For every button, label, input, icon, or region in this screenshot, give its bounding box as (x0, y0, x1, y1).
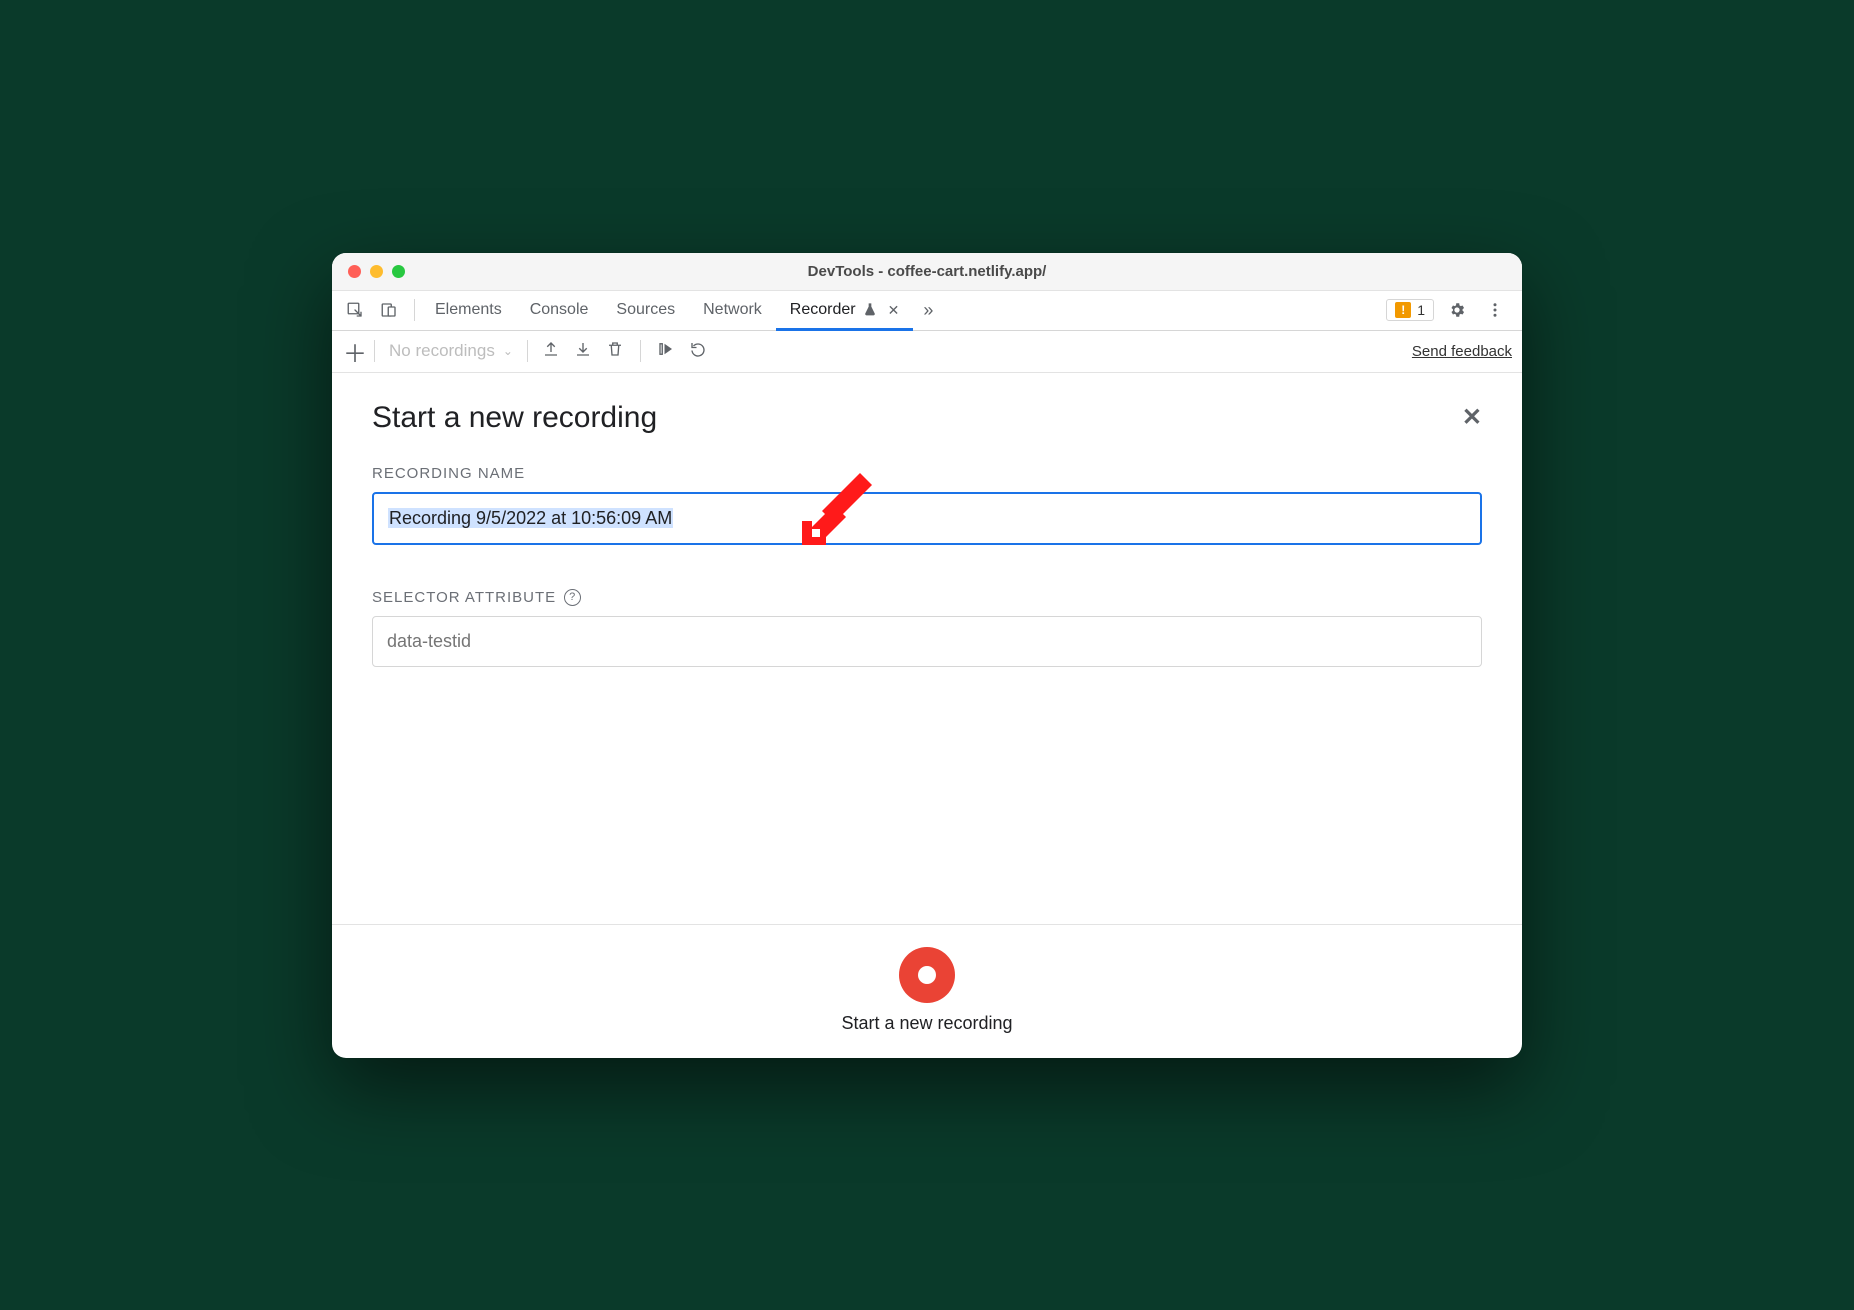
tab-label: Network (703, 301, 762, 319)
close-tab-icon[interactable]: ✕ (888, 302, 900, 319)
kebab-menu-icon[interactable] (1480, 295, 1510, 325)
tab-sources[interactable]: Sources (602, 291, 689, 330)
settings-icon[interactable] (1442, 295, 1472, 325)
tab-console[interactable]: Console (516, 291, 603, 330)
chevron-down-icon: ⌄ (503, 344, 513, 358)
tab-recorder[interactable]: Recorder ✕ (776, 291, 914, 330)
record-icon (918, 966, 936, 984)
devtools-window: DevTools - coffee-cart.netlify.app/ (332, 253, 1522, 1058)
selector-attribute-input[interactable] (372, 616, 1482, 667)
warning-icon (1395, 302, 1411, 318)
tabs-row: Elements Console Sources Network Recorde… (332, 291, 1522, 331)
close-window-button[interactable] (348, 265, 361, 278)
device-toolbar-icon[interactable] (374, 295, 404, 325)
close-panel-icon[interactable]: ✕ (1462, 403, 1482, 432)
import-icon[interactable] (574, 340, 592, 363)
send-feedback-link[interactable]: Send feedback (1412, 343, 1512, 360)
bottom-actions: Start a new recording (332, 924, 1522, 1058)
recorder-panel: Start a new recording ✕ RECORDING NAME R… (332, 373, 1522, 1058)
separator (414, 299, 415, 321)
selector-attribute-label: SELECTOR ATTRIBUTE ? (372, 589, 1482, 606)
separator (640, 340, 641, 362)
tab-label: Console (530, 301, 589, 319)
titlebar: DevTools - coffee-cart.netlify.app/ (332, 253, 1522, 291)
export-icon[interactable] (542, 340, 560, 363)
start-recording-button[interactable] (899, 947, 955, 1003)
traffic-lights (332, 265, 405, 278)
separator (527, 340, 528, 362)
more-tabs-button[interactable]: » (913, 291, 943, 330)
window-title: DevTools - coffee-cart.netlify.app/ (332, 263, 1522, 280)
dropdown-label: No recordings (389, 341, 495, 361)
flask-icon (862, 302, 878, 318)
recordings-dropdown[interactable]: No recordings ⌄ (381, 341, 521, 361)
recording-name-label: RECORDING NAME (372, 465, 1482, 482)
recording-name-input[interactable]: Recording 9/5/2022 at 10:56:09 AM (372, 492, 1482, 545)
warnings-count: 1 (1417, 302, 1425, 318)
start-recording-label: Start a new recording (841, 1013, 1012, 1034)
tab-label: Sources (616, 301, 675, 319)
tab-elements[interactable]: Elements (421, 291, 516, 330)
new-recording-button[interactable]: ＋ (342, 334, 368, 369)
recording-name-value: Recording 9/5/2022 at 10:56:09 AM (388, 508, 673, 528)
replay-icon[interactable] (689, 340, 707, 363)
tab-label: Recorder (790, 301, 856, 319)
delete-icon[interactable] (606, 340, 624, 363)
panel-heading: Start a new recording (372, 401, 657, 435)
warnings-badge[interactable]: 1 (1386, 299, 1434, 321)
help-icon[interactable]: ? (564, 589, 581, 606)
inspect-element-icon[interactable] (340, 295, 370, 325)
maximize-window-button[interactable] (392, 265, 405, 278)
minimize-window-button[interactable] (370, 265, 383, 278)
tab-network[interactable]: Network (689, 291, 776, 330)
tab-label: Elements (435, 301, 502, 319)
recorder-toolbar: ＋ No recordings ⌄ (332, 331, 1522, 373)
step-icon[interactable] (657, 340, 675, 363)
separator (374, 340, 375, 362)
